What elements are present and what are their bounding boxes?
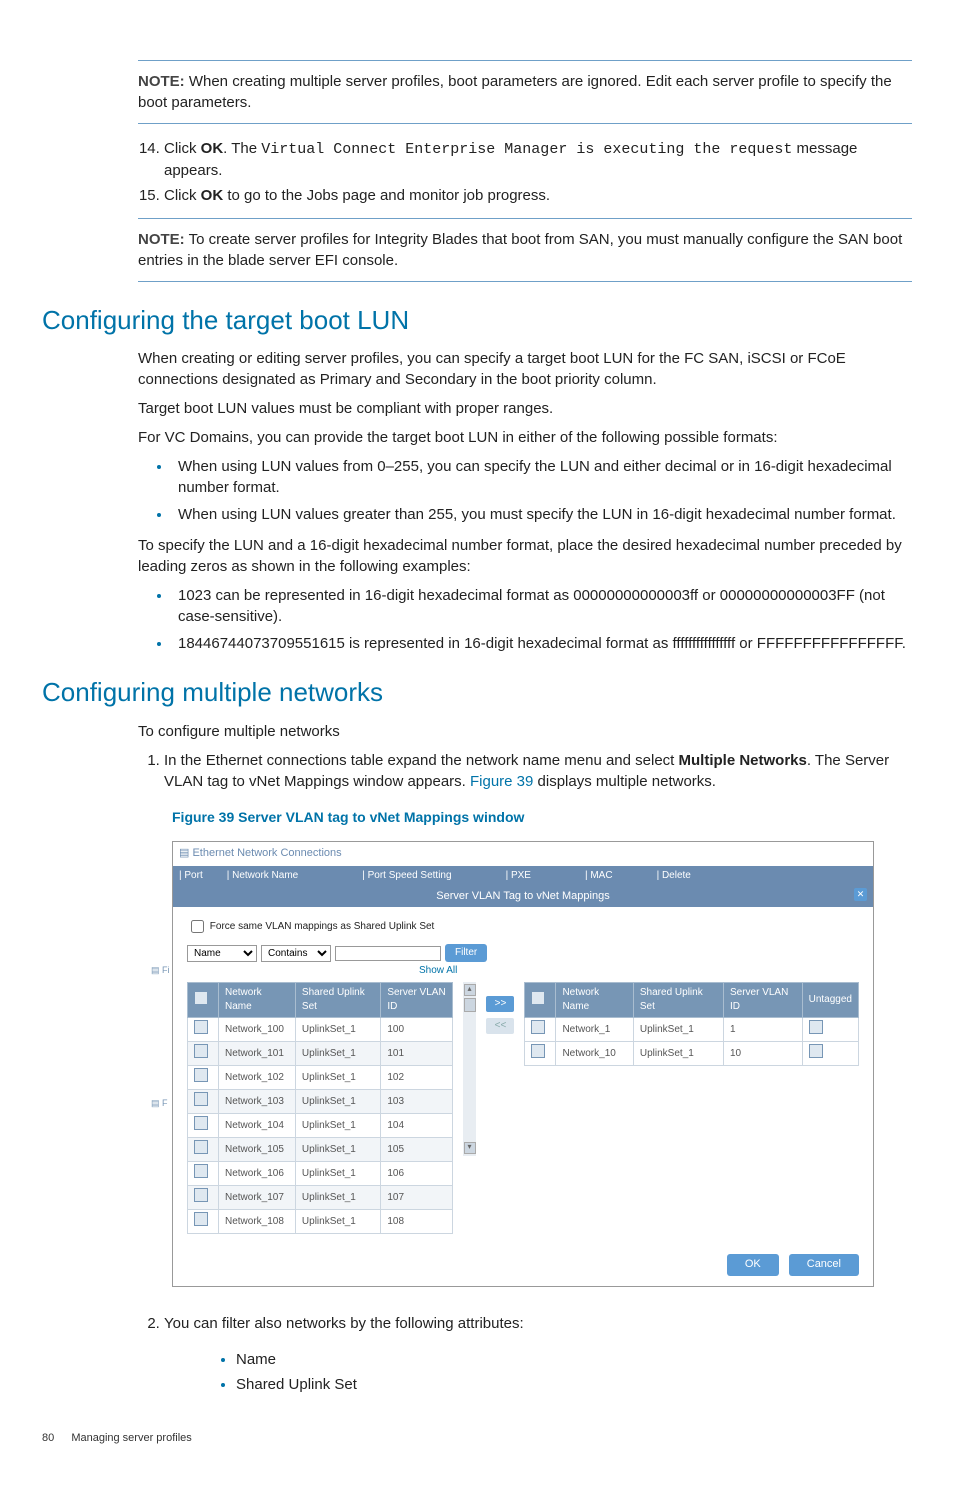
list-item: When using LUN values greater than 255, …: [172, 504, 912, 525]
para: When creating or editing server profiles…: [138, 348, 912, 390]
row-checkbox[interactable]: [194, 1092, 208, 1106]
table-row[interactable]: Network_104UplinkSet_1104: [188, 1114, 453, 1138]
dialog-title-bar: Server VLAN Tag to vNet Mappings ✕: [173, 886, 873, 907]
bullet-list: 1023 can be represented in 16-digit hexa…: [138, 585, 912, 654]
step-1: In the Ethernet connections table expand…: [164, 750, 912, 792]
row-checkbox[interactable]: [194, 1044, 208, 1058]
force-vlan-checkbox[interactable]: [191, 920, 204, 933]
heading-multiple-networks: Configuring multiple networks: [42, 674, 912, 710]
list-item: When using LUN values from 0–255, you ca…: [172, 456, 912, 498]
page-number: 80: [42, 1432, 54, 1444]
figure-link[interactable]: Figure 39: [470, 773, 533, 790]
ok-button[interactable]: OK: [727, 1254, 779, 1275]
show-all-link[interactable]: Show All: [419, 964, 859, 978]
row-checkbox[interactable]: [194, 1188, 208, 1202]
table-row[interactable]: Network_107UplinkSet_1107: [188, 1186, 453, 1210]
selected-networks-table: Network Name Shared Uplink Set Server VL…: [524, 982, 859, 1066]
row-checkbox[interactable]: [194, 1116, 208, 1130]
steps-list-2: In the Ethernet connections table expand…: [138, 750, 912, 792]
heading-target-boot-lun: Configuring the target boot LUN: [42, 302, 912, 338]
list-item: Shared Uplink Set: [236, 1374, 912, 1395]
para: Target boot LUN values must be compliant…: [138, 398, 912, 419]
filter-column-select[interactable]: Name: [187, 945, 257, 962]
table-row[interactable]: Network_105UplinkSet_1105: [188, 1138, 453, 1162]
para: For VC Domains, you can provide the targ…: [138, 427, 912, 448]
untagged-checkbox[interactable]: [809, 1044, 823, 1058]
row-checkbox[interactable]: [194, 1020, 208, 1034]
move-left-button[interactable]: <<: [486, 1018, 514, 1034]
table-row[interactable]: Network_108UplinkSet_1108: [188, 1210, 453, 1234]
cancel-button[interactable]: Cancel: [789, 1254, 859, 1275]
step-2: You can filter also networks by the foll…: [164, 1313, 912, 1334]
table-row[interactable]: Network_100UplinkSet_1100: [188, 1018, 453, 1042]
force-vlan-checkbox-row: Force same VLAN mappings as Shared Uplin…: [187, 917, 859, 936]
available-networks-table: Network Name Shared Uplink Set Server VL…: [187, 982, 453, 1234]
row-checkbox[interactable]: [531, 1020, 545, 1034]
filter-button[interactable]: Filter: [445, 944, 487, 962]
select-all-checkbox[interactable]: [531, 991, 545, 1005]
para: To specify the LUN and a 16-digit hexade…: [138, 535, 912, 577]
scroll-down-icon[interactable]: ▾: [464, 1142, 476, 1154]
step-14: Click OK. The Virtual Connect Enterprise…: [164, 138, 912, 181]
move-right-button[interactable]: >>: [486, 996, 514, 1012]
table-row[interactable]: Network_102UplinkSet_1102: [188, 1066, 453, 1090]
step-15: Click OK to go to the Jobs page and moni…: [164, 185, 912, 206]
list-item: Name: [236, 1349, 912, 1370]
window-title: ▤ Ethernet Network Connections: [173, 842, 873, 865]
screenshot-window: ▤ Fi▤ F ▤ Ethernet Network Connections |…: [172, 841, 874, 1286]
close-icon[interactable]: ✕: [854, 888, 867, 901]
steps-list: Click OK. The Virtual Connect Enterprise…: [138, 138, 912, 206]
row-checkbox[interactable]: [194, 1140, 208, 1154]
scroll-up-icon[interactable]: ▴: [464, 984, 476, 996]
row-checkbox[interactable]: [194, 1068, 208, 1082]
note-label: NOTE:: [138, 73, 185, 90]
table-row[interactable]: Network_101UplinkSet_1101: [188, 1042, 453, 1066]
steps-list-3: You can filter also networks by the foll…: [138, 1313, 912, 1334]
note-label: NOTE:: [138, 231, 185, 248]
filter-op-select[interactable]: Contains: [261, 945, 331, 962]
list-item: 18446744073709551615 is represented in 1…: [172, 633, 912, 654]
note-text: When creating multiple server profiles, …: [138, 73, 892, 111]
attribute-list: Name Shared Uplink Set: [202, 1349, 912, 1395]
page-footer: 80 Managing server profiles: [42, 1431, 912, 1446]
para: To configure multiple networks: [138, 721, 912, 742]
row-checkbox[interactable]: [194, 1164, 208, 1178]
table-row[interactable]: Network_10UplinkSet_110: [525, 1042, 859, 1066]
note-text: To create server profiles for Integrity …: [138, 231, 902, 269]
table-row[interactable]: Network_106UplinkSet_1106: [188, 1162, 453, 1186]
note-box-1: NOTE: When creating multiple server prof…: [138, 60, 912, 124]
scrollbar[interactable]: ▴ ▾: [463, 982, 477, 1156]
bullet-list: When using LUN values from 0–255, you ca…: [138, 456, 912, 525]
column-header-bar: | Port| Network Name| Port Speed Setting…: [173, 866, 873, 886]
row-checkbox[interactable]: [531, 1044, 545, 1058]
footer-title: Managing server profiles: [71, 1432, 191, 1444]
note-box-2: NOTE: To create server profiles for Inte…: [138, 218, 912, 282]
untagged-checkbox[interactable]: [809, 1020, 823, 1034]
list-item: 1023 can be represented in 16-digit hexa…: [172, 585, 912, 627]
filter-text-input[interactable]: [335, 946, 441, 961]
table-row[interactable]: Network_103UplinkSet_1103: [188, 1090, 453, 1114]
figure-caption: Figure 39 Server VLAN tag to vNet Mappin…: [172, 808, 912, 828]
row-checkbox[interactable]: [194, 1212, 208, 1226]
table-row[interactable]: Network_1UplinkSet_11: [525, 1018, 859, 1042]
select-all-checkbox[interactable]: [194, 991, 208, 1005]
